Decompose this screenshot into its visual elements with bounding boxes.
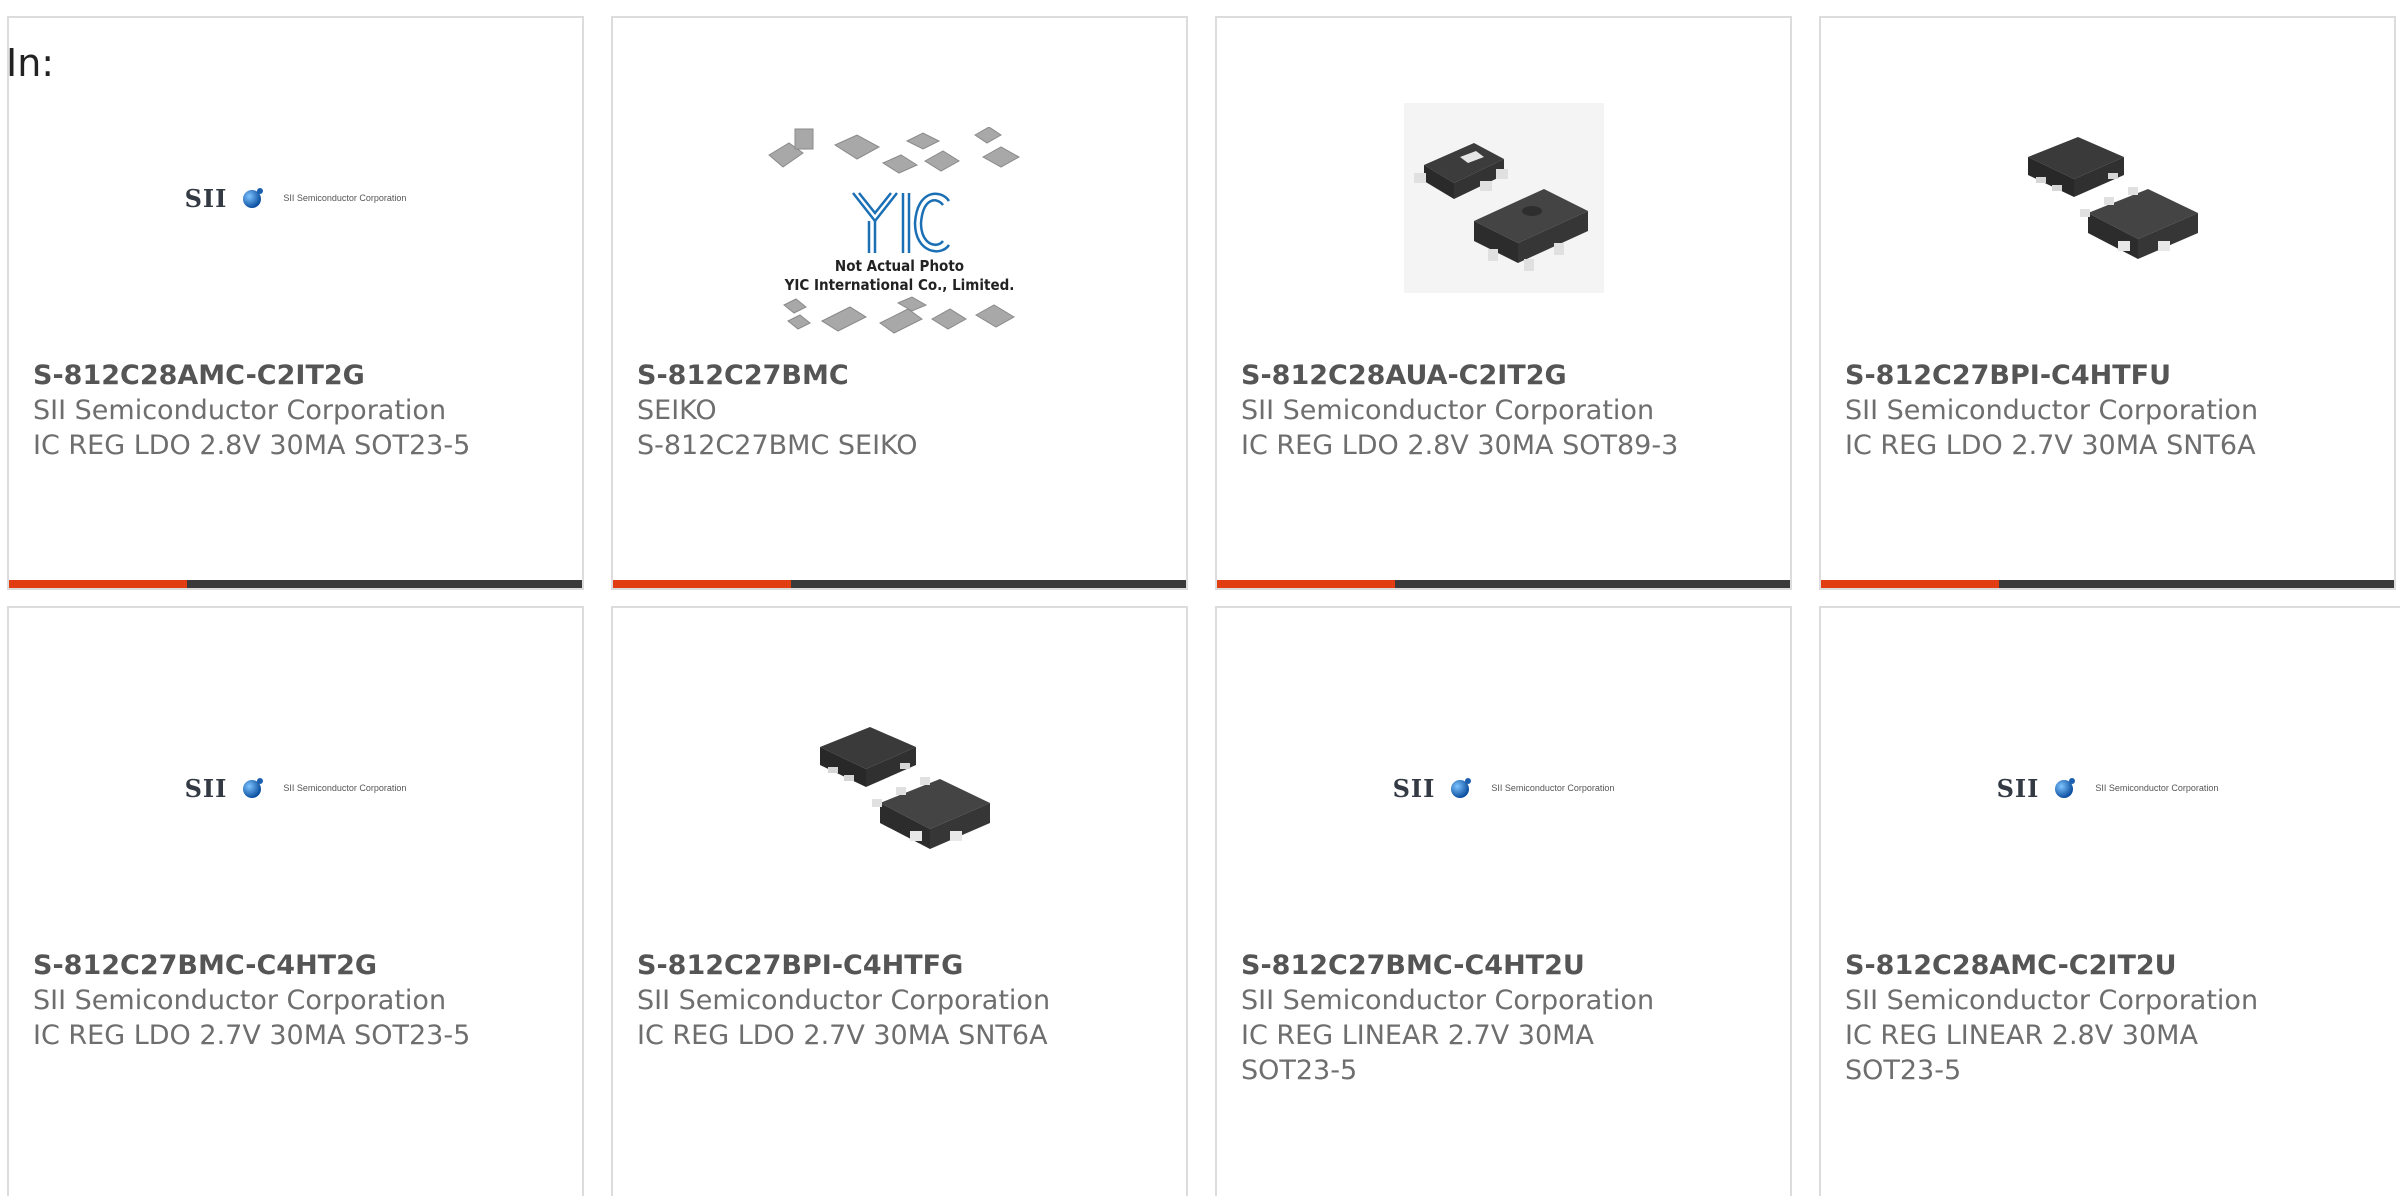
manufacturer: SII Semiconductor Corporation [1845, 985, 2259, 1016]
product-info: S-812C27BPI-C4HTFG SII Semiconductor Cor… [637, 948, 1166, 1053]
in-filter-label: In: [6, 41, 55, 85]
description: IC REG LDO 2.8V 30MA SOT89-3 [1241, 430, 1679, 461]
product-image[interactable]: SII SII Semiconductor Corporation [1821, 668, 2394, 908]
globe-icon [243, 778, 264, 798]
product-info: S-812C27BMC SEIKO S-812C27BMC SEIKO [637, 358, 1166, 463]
part-number-link[interactable]: S-812C28AMC-C2IT2U [1845, 948, 2274, 983]
product-info: S-812C28AMC-C2IT2G SII Semiconductor Cor… [33, 358, 562, 463]
progress-bar [1217, 580, 1790, 588]
manufacturer: SEIKO [637, 395, 717, 426]
product-card[interactable]: S-812C27BPI-C4HTFG SII Semiconductor Cor… [611, 606, 1188, 1196]
product-info: S-812C28AMC-C2IT2U SII Semiconductor Cor… [1845, 948, 2274, 1088]
progress-bar [9, 580, 582, 588]
product-grid: SII SII Semiconductor Corporation S-812C… [0, 0, 2400, 1196]
not-actual-photo-note: Not Actual Photo YIC International Co., … [784, 257, 1015, 294]
description: IC REG LINEAR 2.7V 30MA SOT23-5 [1241, 1020, 1594, 1086]
chip-icons-top [767, 127, 1020, 174]
globe-icon [1451, 778, 1472, 798]
globe-icon [2055, 778, 2076, 798]
sii-logo: SII SII Semiconductor Corporation [184, 183, 407, 213]
part-number-link[interactable]: S-812C27BPI-C4HTFU [1845, 358, 2374, 393]
manufacturer: SII Semiconductor Corporation [1241, 395, 1655, 426]
product-card[interactable]: SII SII Semiconductor Corporation S-812C… [1819, 606, 2400, 1196]
product-image[interactable]: SII SII Semiconductor Corporation [9, 78, 582, 318]
part-number-link[interactable]: S-812C27BMC-C4HT2U [1241, 948, 1670, 983]
progress-fill [1821, 580, 1999, 588]
part-number-link[interactable]: S-812C27BMC-C4HT2G [33, 948, 562, 983]
progress-fill [9, 580, 187, 588]
product-info: S-812C27BMC-C4HT2G SII Semiconductor Cor… [33, 948, 562, 1053]
progress-bar [613, 580, 1186, 588]
product-card[interactable]: SII SII Semiconductor Corporation S-812C… [1215, 606, 1792, 1196]
progress-fill [1217, 580, 1395, 588]
manufacturer: SII Semiconductor Corporation [1845, 395, 2259, 426]
manufacturer: SII Semiconductor Corporation [1241, 985, 1655, 1016]
product-image[interactable]: SII SII Semiconductor Corporation [9, 668, 582, 908]
description: IC REG LDO 2.7V 30MA SOT23-5 [33, 1020, 471, 1051]
description: IC REG LINEAR 2.8V 30MA SOT23-5 [1845, 1020, 2198, 1086]
manufacturer: SII Semiconductor Corporation [637, 985, 1051, 1016]
part-number-link[interactable]: S-812C28AMC-C2IT2G [33, 358, 562, 393]
globe-icon [243, 188, 264, 208]
yic-logo [851, 192, 950, 253]
description: IC REG LDO 2.8V 30MA SOT23-5 [33, 430, 471, 461]
progress-fill [613, 580, 791, 588]
snt6a-package-icon [819, 727, 990, 849]
product-card[interactable]: SII SII Semiconductor Corporation S-812C… [7, 16, 584, 590]
sii-logo: SII SII Semiconductor Corporation [184, 773, 407, 803]
progress-bar [1821, 580, 2394, 588]
product-image[interactable] [613, 668, 1186, 908]
manufacturer: SII Semiconductor Corporation [33, 985, 447, 1016]
manufacturer: SII Semiconductor Corporation [33, 395, 447, 426]
product-info: S-812C27BMC-C4HT2U SII Semiconductor Cor… [1241, 948, 1670, 1088]
product-card[interactable]: S-812C27BPI-C4HTFU SII Semiconductor Cor… [1819, 16, 2396, 590]
product-image[interactable] [1821, 78, 2394, 318]
product-card[interactable]: S-812C28AUA-C2IT2G SII Semiconductor Cor… [1215, 16, 1792, 590]
sii-logo: SII SII Semiconductor Corporation [1996, 773, 2219, 803]
product-card[interactable]: SII SII Semiconductor Corporation S-812C… [7, 606, 584, 1196]
part-number-link[interactable]: S-812C28AUA-C2IT2G [1241, 358, 1770, 393]
product-image[interactable] [1217, 78, 1790, 318]
product-card[interactable]: Not Actual Photo YIC International Co., … [611, 16, 1188, 590]
product-info: S-812C28AUA-C2IT2G SII Semiconductor Cor… [1241, 358, 1770, 463]
sot89-package-icon [1403, 103, 1604, 293]
description: S-812C27BMC SEIKO [637, 430, 918, 461]
product-image[interactable]: Not Actual Photo YIC International Co., … [613, 106, 1186, 366]
part-number-link[interactable]: S-812C27BMC [637, 358, 1166, 393]
description: IC REG LDO 2.7V 30MA SNT6A [1845, 430, 2256, 461]
chip-icons-bottom [782, 296, 1015, 334]
snt6a-package-icon [2027, 137, 2198, 259]
description: IC REG LDO 2.7V 30MA SNT6A [637, 1020, 1048, 1051]
sii-logo: SII SII Semiconductor Corporation [1392, 773, 1615, 803]
part-number-link[interactable]: S-812C27BPI-C4HTFG [637, 948, 1166, 983]
product-image[interactable]: SII SII Semiconductor Corporation [1217, 668, 1790, 908]
product-info: S-812C27BPI-C4HTFU SII Semiconductor Cor… [1845, 358, 2374, 463]
